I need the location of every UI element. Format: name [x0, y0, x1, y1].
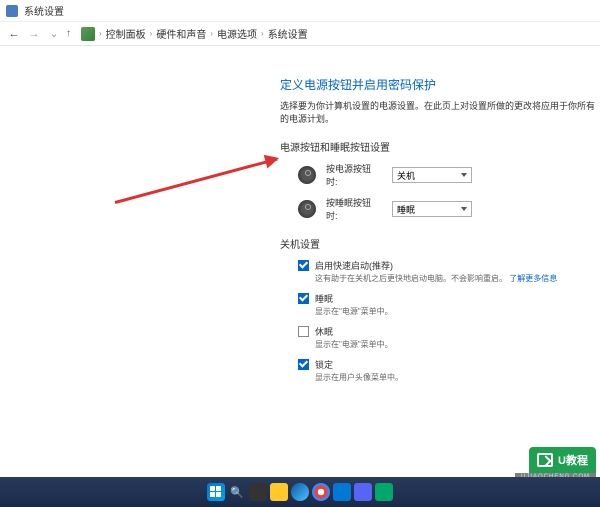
page-heading: 定义电源按钮并启用密码保护: [280, 76, 600, 93]
breadcrumb-power[interactable]: 电源选项: [217, 26, 257, 41]
chrome-button[interactable]: [312, 483, 330, 501]
watermark-brand: U教程: [558, 452, 588, 468]
titlebar: 系统设置: [0, 0, 600, 22]
window-icon: [6, 5, 18, 17]
lock-label: 锁定: [315, 358, 333, 371]
chevron-right-icon: ›: [210, 29, 213, 38]
sleep-checkbox[interactable]: [298, 293, 309, 304]
hibernate-desc: 显示在"电源"菜单中。: [315, 339, 600, 350]
watermark-badge: U教程: [529, 447, 596, 473]
fast-startup-desc-text: 这有助于在关机之后更快地启动电脑。不会影响重启。: [315, 274, 507, 283]
power-icon: [298, 166, 316, 184]
recent-dropdown-icon[interactable]: ⌄: [46, 26, 62, 42]
breadcrumb: › 控制面板 › 硬件和声音 › 电源选项 › 系统设置: [81, 26, 308, 41]
learn-more-link[interactable]: 了解更多信息: [509, 274, 557, 283]
forward-button: →: [26, 26, 42, 42]
lock-item: 锁定 显示在用户头像菜单中。: [298, 358, 600, 383]
sleep-desc: 显示在"电源"菜单中。: [315, 306, 600, 317]
fast-startup-label: 启用快速启动(推荐): [315, 259, 393, 272]
edge-button[interactable]: [291, 483, 309, 501]
task-view-button[interactable]: [249, 483, 267, 501]
taskbar: 🔍: [0, 477, 600, 507]
hibernate-label: 休眠: [315, 325, 333, 338]
chevron-right-icon: ›: [150, 29, 153, 38]
page-description: 选择要为你计算机设置的电源设置。在此页上对设置所做的更改将应用于你所有的电源计划…: [280, 99, 600, 125]
taskbar-app-1[interactable]: [354, 483, 372, 501]
up-button[interactable]: ↑: [66, 28, 71, 39]
content-area: 定义电源按钮并启用密码保护 选择要为你计算机设置的电源设置。在此页上对设置所做的…: [0, 46, 600, 507]
sleep-button-row: 按睡眠按钮时: 睡眠: [298, 196, 600, 222]
power-button-dropdown[interactable]: 关机: [392, 167, 472, 183]
hibernate-item: 休眠 显示在"电源"菜单中。: [298, 325, 600, 350]
shutdown-settings-label: 关机设置: [280, 236, 600, 251]
window-title: 系统设置: [24, 3, 64, 18]
sleep-button-label: 按睡眠按钮时:: [326, 196, 382, 222]
store-button[interactable]: [333, 483, 351, 501]
chevron-right-icon: ›: [261, 29, 264, 38]
power-button-row: 按电源按钮时: 关机: [298, 162, 600, 188]
fast-startup-desc: 这有助于在关机之后更快地启动电脑。不会影响重启。 了解更多信息: [315, 273, 600, 284]
watermark-icon: [537, 453, 553, 467]
fast-startup-item: 启用快速启动(推荐) 这有助于在关机之后更快地启动电脑。不会影响重启。 了解更多…: [298, 259, 600, 284]
windows-icon: [210, 486, 222, 498]
breadcrumb-hardware[interactable]: 硬件和声音: [156, 26, 206, 41]
control-panel-icon: [81, 27, 95, 41]
back-button[interactable]: ←: [6, 26, 22, 42]
sleep-label: 睡眠: [315, 292, 333, 305]
lock-checkbox[interactable]: [298, 359, 309, 370]
start-button[interactable]: [207, 483, 225, 501]
breadcrumb-system[interactable]: 系统设置: [268, 26, 308, 41]
annotation-arrow: [115, 201, 283, 204]
lock-desc: 显示在用户头像菜单中。: [315, 372, 600, 383]
breadcrumb-root[interactable]: 控制面板: [106, 26, 146, 41]
power-button-label: 按电源按钮时:: [326, 162, 382, 188]
taskbar-app-2[interactable]: [375, 483, 393, 501]
navigation-bar: ← → ⌄ ↑ › 控制面板 › 硬件和声音 › 电源选项 › 系统设置: [0, 22, 600, 46]
chevron-right-icon: ›: [99, 29, 102, 38]
hibernate-checkbox[interactable]: [298, 326, 309, 337]
sleep-button-value: 睡眠: [397, 203, 415, 216]
power-button-value: 关机: [397, 169, 415, 182]
sleep-button-dropdown[interactable]: 睡眠: [392, 201, 472, 217]
file-explorer-button[interactable]: [270, 483, 288, 501]
fast-startup-checkbox[interactable]: [298, 260, 309, 271]
sleep-item: 睡眠 显示在"电源"菜单中。: [298, 292, 600, 317]
search-button[interactable]: 🔍: [228, 483, 246, 501]
sleep-icon: [298, 200, 316, 218]
button-settings-label: 电源按钮和睡眠按钮设置: [280, 139, 600, 154]
